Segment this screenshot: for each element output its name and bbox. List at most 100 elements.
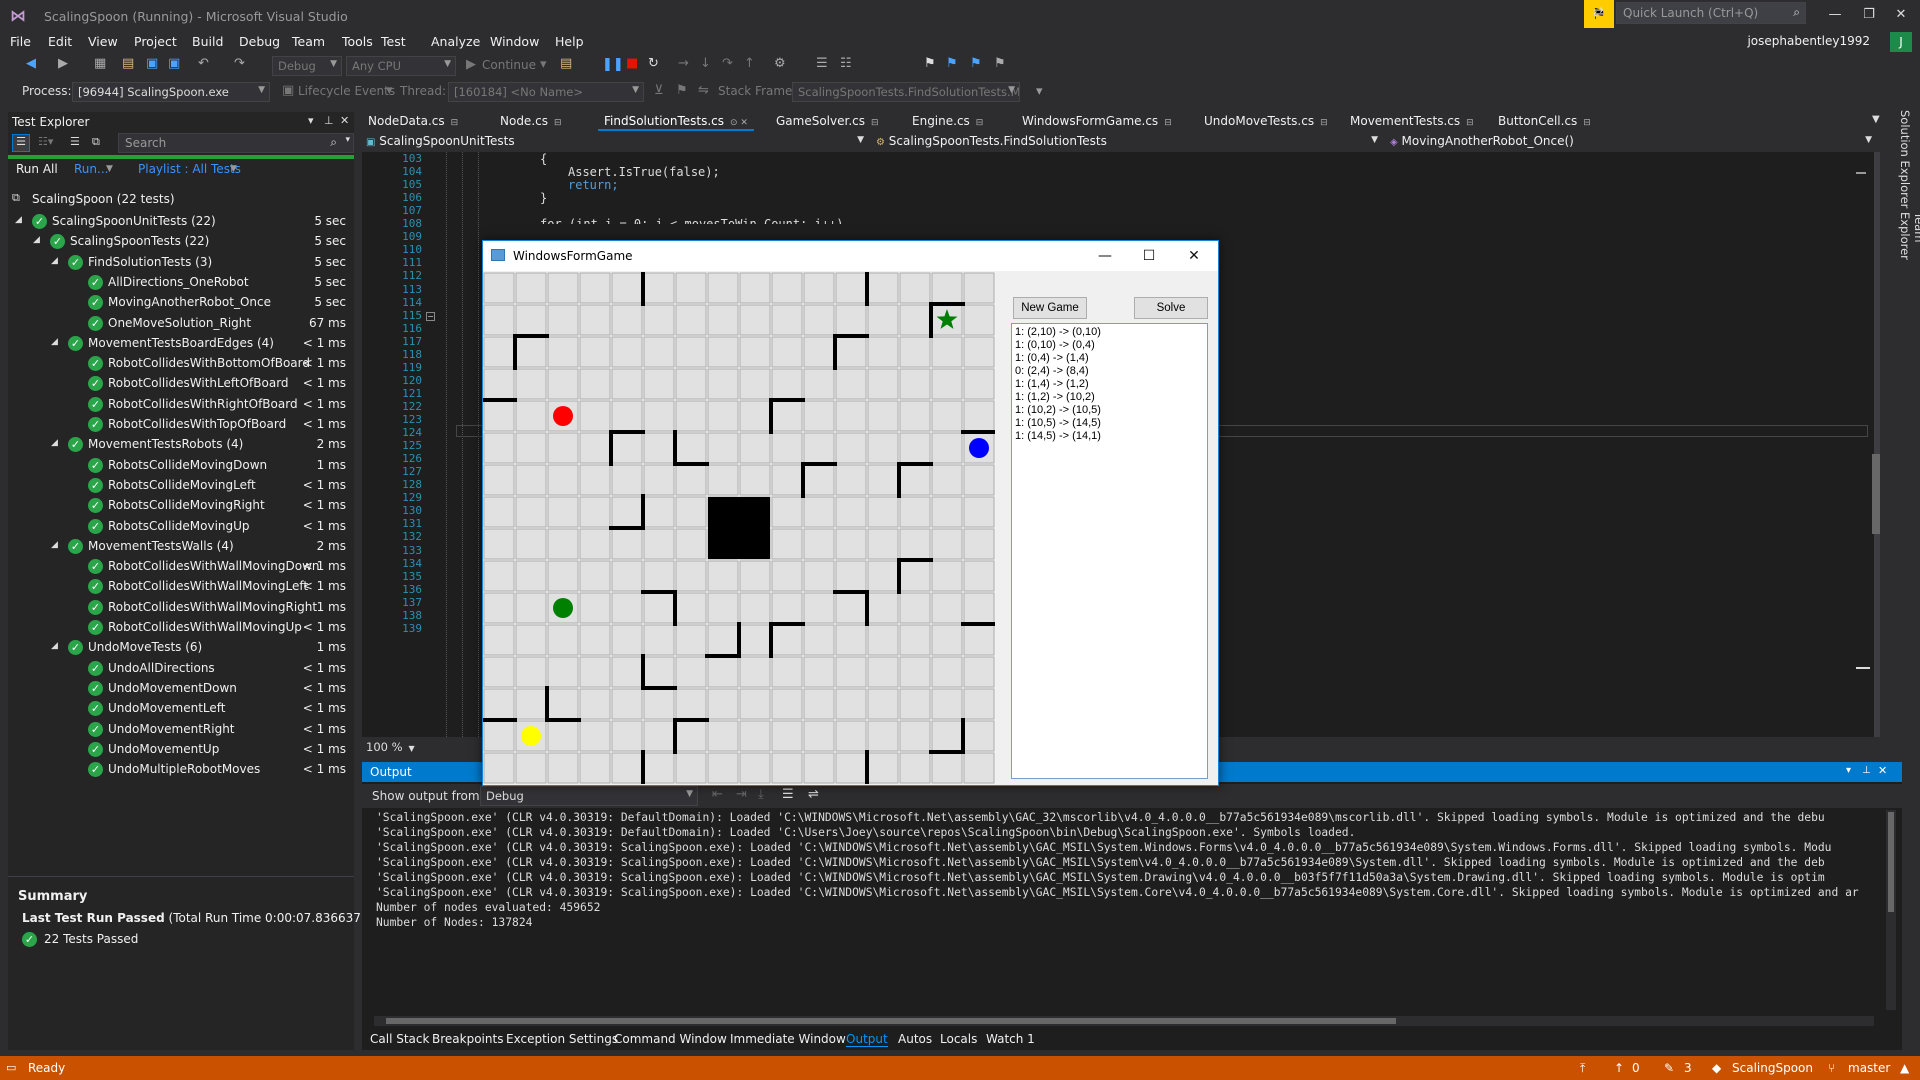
test-tree-row[interactable]: ✓ UndoAllDirections < 1 ms (8, 659, 354, 679)
diagnostic-icon[interactable]: ⚙ (774, 56, 786, 71)
platform-dropdown[interactable]: Any CPU ▼ (346, 56, 456, 76)
board-cell[interactable] (963, 528, 995, 560)
board-cell[interactable] (803, 432, 835, 464)
board-cell[interactable] (707, 592, 739, 624)
board-cell[interactable] (963, 720, 995, 752)
word-wrap-icon[interactable]: ⇌ (808, 787, 819, 802)
board-cell[interactable] (611, 656, 643, 688)
form-close-button[interactable]: ✕ (1179, 245, 1209, 267)
lifecycle-icon[interactable]: ▣ (282, 83, 294, 98)
board-cell[interactable] (611, 400, 643, 432)
forward-icon[interactable]: ▶ (58, 56, 68, 71)
tab-windowsformgame-cs[interactable]: WindowsFormGame.cs ⊟ (1016, 111, 1178, 131)
board-cell[interactable] (739, 560, 771, 592)
collapse-toggle-icon[interactable]: − (426, 312, 435, 321)
menu-tools[interactable]: Tools (342, 34, 373, 49)
tab-pin-icon[interactable]: ⊟ (1320, 118, 1328, 128)
board-cell[interactable] (739, 304, 771, 336)
board-cell[interactable] (483, 432, 515, 464)
board-cell[interactable] (931, 464, 963, 496)
tab-undomovetests-cs[interactable]: UndoMoveTests.cs ⊟ (1198, 111, 1334, 131)
board-cell[interactable] (675, 560, 707, 592)
test-tree-row[interactable]: ✓ OneMoveSolution_Right 67 ms (8, 314, 354, 334)
board-cell[interactable] (963, 464, 995, 496)
close-window-button[interactable]: ✕ (1886, 4, 1916, 26)
board-cell[interactable] (771, 368, 803, 400)
board-canvas[interactable] (483, 272, 995, 784)
board-cell[interactable] (643, 720, 675, 752)
columns-icon[interactable]: ☷▾ (38, 135, 53, 148)
board-cell[interactable] (867, 432, 899, 464)
board-cell[interactable] (643, 752, 675, 784)
board-cell[interactable] (707, 272, 739, 304)
step-into-icon[interactable]: ↓ (700, 56, 711, 71)
board-cell[interactable] (963, 752, 995, 784)
toolbar-overflow-icon[interactable]: ▾ (1036, 84, 1043, 99)
new-game-button[interactable]: New Game (1013, 297, 1087, 319)
test-tree-row[interactable]: ✓ RobotsCollideMovingUp < 1 ms (8, 517, 354, 537)
format-icon[interactable]: ☰ (816, 56, 828, 71)
board-cell[interactable] (579, 560, 611, 592)
board-cell[interactable] (963, 368, 995, 400)
board-cell[interactable] (675, 592, 707, 624)
board-cell[interactable] (515, 400, 547, 432)
pin-icon[interactable]: ⊥ (324, 114, 334, 127)
continue-icon[interactable]: ▶ (466, 57, 476, 72)
board-cell[interactable] (707, 624, 739, 656)
game-board[interactable] (483, 272, 995, 784)
board-cell[interactable] (835, 400, 867, 432)
chevron-down-icon[interactable]: ▾ (308, 114, 314, 127)
board-cell[interactable] (611, 464, 643, 496)
board-cell[interactable] (931, 368, 963, 400)
board-cell[interactable] (867, 720, 899, 752)
board-cell[interactable] (515, 688, 547, 720)
board-cell[interactable] (579, 304, 611, 336)
menu-team[interactable]: Team (292, 34, 325, 49)
board-cell[interactable] (931, 336, 963, 368)
tool-tab-autos[interactable]: Autos (898, 1032, 932, 1046)
board-cell[interactable] (547, 624, 579, 656)
repository-icon[interactable]: ◆ (1712, 1061, 1721, 1075)
board-cell[interactable] (835, 656, 867, 688)
expand-toggle-icon[interactable]: ◢ (51, 438, 58, 448)
tab-engine-cs[interactable]: Engine.cs ⊟ (906, 111, 989, 131)
undo-icon[interactable]: ↶ (198, 56, 209, 71)
board-cell[interactable] (515, 752, 547, 784)
prev-bookmark-icon[interactable]: ⚑ (946, 56, 958, 71)
board-cell[interactable] (579, 624, 611, 656)
board-cell[interactable] (771, 688, 803, 720)
clear-all-icon[interactable]: ☰ (782, 787, 794, 802)
pause-icon[interactable]: ❚❚ (602, 57, 624, 72)
board-cell[interactable] (899, 432, 931, 464)
board-cell[interactable] (515, 624, 547, 656)
board-cell[interactable] (867, 368, 899, 400)
output-source-dropdown[interactable]: Debug ▼ (480, 786, 698, 806)
chevron-down-icon[interactable]: ▼ (230, 164, 237, 174)
commits-up-count[interactable]: 0 (1632, 1061, 1640, 1075)
board-cell[interactable] (547, 368, 579, 400)
board-cell[interactable] (643, 592, 675, 624)
board-cell[interactable] (931, 720, 963, 752)
output-hscroll-thumb[interactable] (386, 1018, 1396, 1024)
board-cell[interactable] (611, 752, 643, 784)
board-cell[interactable] (675, 304, 707, 336)
test-tree-row[interactable]: ✓ RobotCollidesWithWallMovingDown < 1 ms (8, 557, 354, 577)
chevron-down-icon[interactable]: ▾ (540, 57, 547, 72)
tab-buttoncell-cs[interactable]: ButtonCell.cs ⊟ (1492, 111, 1597, 131)
board-cell[interactable] (515, 496, 547, 528)
board-cell[interactable] (515, 272, 547, 304)
board-cell[interactable] (803, 752, 835, 784)
feedback-icon[interactable]: ⇄ (1593, 5, 1613, 25)
board-cell[interactable] (899, 496, 931, 528)
board-cell[interactable] (835, 464, 867, 496)
board-cell[interactable] (803, 688, 835, 720)
board-cell[interactable] (483, 336, 515, 368)
board-cell[interactable] (643, 688, 675, 720)
board-cell[interactable] (771, 720, 803, 752)
board-cell[interactable] (483, 560, 515, 592)
board-cell[interactable] (643, 624, 675, 656)
board-cell[interactable] (483, 624, 515, 656)
tool-tab-breakpoints[interactable]: Breakpoints (432, 1032, 503, 1046)
stop-icon[interactable]: ■ (626, 56, 638, 71)
test-tree-row[interactable]: ✓ RobotCollidesWithWallMovingRight 1 ms (8, 598, 354, 618)
